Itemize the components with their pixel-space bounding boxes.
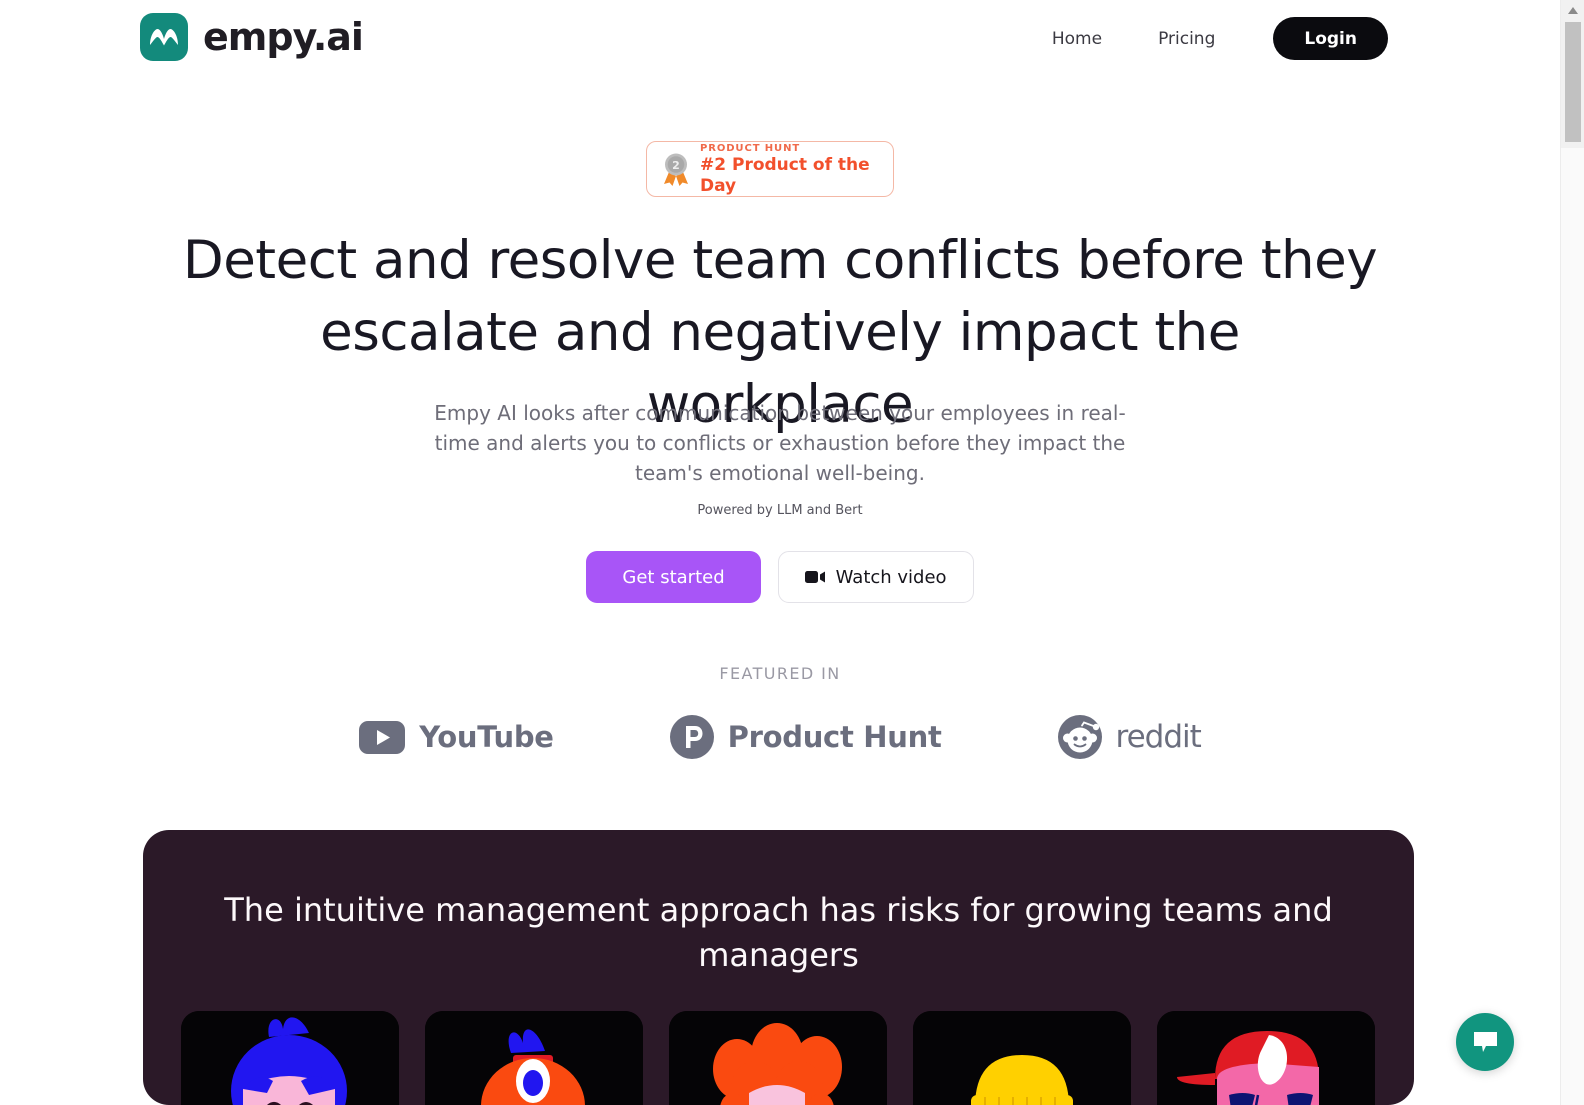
youtube-icon <box>359 720 406 754</box>
avatar-card-yellow-hat[interactable] <box>913 1011 1131 1105</box>
product-hunt-icon <box>669 715 714 759</box>
scroll-up-arrow-icon[interactable] <box>1561 0 1584 20</box>
avatar-card-orange-curly[interactable] <box>669 1011 887 1105</box>
badge-kicker: PRODUCT HUNT <box>700 142 801 154</box>
featured-logos: YouTube Product Hunt reddit <box>0 715 1560 759</box>
page-scrollbar[interactable] <box>1560 0 1584 1105</box>
avatar-orange-curly-person-icon <box>669 1011 887 1105</box>
hero-subtitle: Empy AI looks after communication betwee… <box>434 401 1126 485</box>
avatar-blue-hair-person-icon <box>181 1011 399 1105</box>
avatar-card-red-cap[interactable] <box>1157 1011 1375 1105</box>
hero-cta-row: Get started Watch video <box>0 551 1560 603</box>
avatar-card-blue-hair[interactable] <box>181 1011 399 1105</box>
avatar-cards-row <box>181 1011 1375 1105</box>
powered-by-label: Powered by LLM and Bert <box>697 503 863 518</box>
avatar-orange-bird-person-icon <box>425 1011 643 1105</box>
get-started-button[interactable]: Get started <box>586 551 761 603</box>
brand-youtube[interactable]: YouTube <box>359 720 554 754</box>
scrollbar-track[interactable] <box>1561 148 1584 1105</box>
brand-name-reddit: reddit <box>1115 719 1202 755</box>
watch-video-button[interactable]: Watch video <box>777 551 974 603</box>
risks-section: The intuitive management approach has ri… <box>143 830 1414 1105</box>
chat-bubble-icon <box>1473 1032 1497 1052</box>
reddit-icon <box>1057 715 1102 759</box>
nav-item-home[interactable]: Home <box>1024 19 1130 59</box>
brand-product-hunt[interactable]: Product Hunt <box>669 715 942 759</box>
scrollbar-thumb[interactable] <box>1565 22 1581 142</box>
brand-name-product-hunt: Product Hunt <box>727 720 942 754</box>
avatar-card-orange-bird[interactable] <box>425 1011 643 1105</box>
login-button[interactable]: Login <box>1273 17 1388 60</box>
avatar-red-cap-person-icon <box>1157 1011 1375 1105</box>
page-viewport: empy.ai Home Pricing Login 2 PRODUCT HUN… <box>0 0 1560 1105</box>
avatar-yellow-hat-person-icon <box>913 1011 1131 1105</box>
chat-widget-button[interactable] <box>1456 1013 1514 1071</box>
brand-reddit[interactable]: reddit <box>1057 715 1202 759</box>
risks-section-title: The intuitive management approach has ri… <box>224 891 1333 974</box>
logo-text: empy.ai <box>203 15 364 59</box>
main-nav: Home Pricing Login <box>1024 17 1388 60</box>
badge-title: #2 Product of the Day <box>700 154 870 196</box>
logo[interactable]: empy.ai <box>140 13 364 61</box>
featured-in-label: FEATURED IN <box>719 664 841 683</box>
medal-2nd-place-icon: 2 <box>664 153 688 186</box>
site-header: empy.ai Home Pricing Login <box>0 0 1560 74</box>
watch-video-label: Watch video <box>835 566 947 588</box>
nav-item-pricing[interactable]: Pricing <box>1130 19 1243 59</box>
product-hunt-badge[interactable]: 2 PRODUCT HUNT #2 Product of the Day <box>646 141 894 197</box>
empy-wave-logo-icon <box>140 13 188 61</box>
video-camera-icon <box>804 571 825 583</box>
svg-text:2: 2 <box>672 159 680 172</box>
brand-name-youtube: YouTube <box>419 720 554 754</box>
